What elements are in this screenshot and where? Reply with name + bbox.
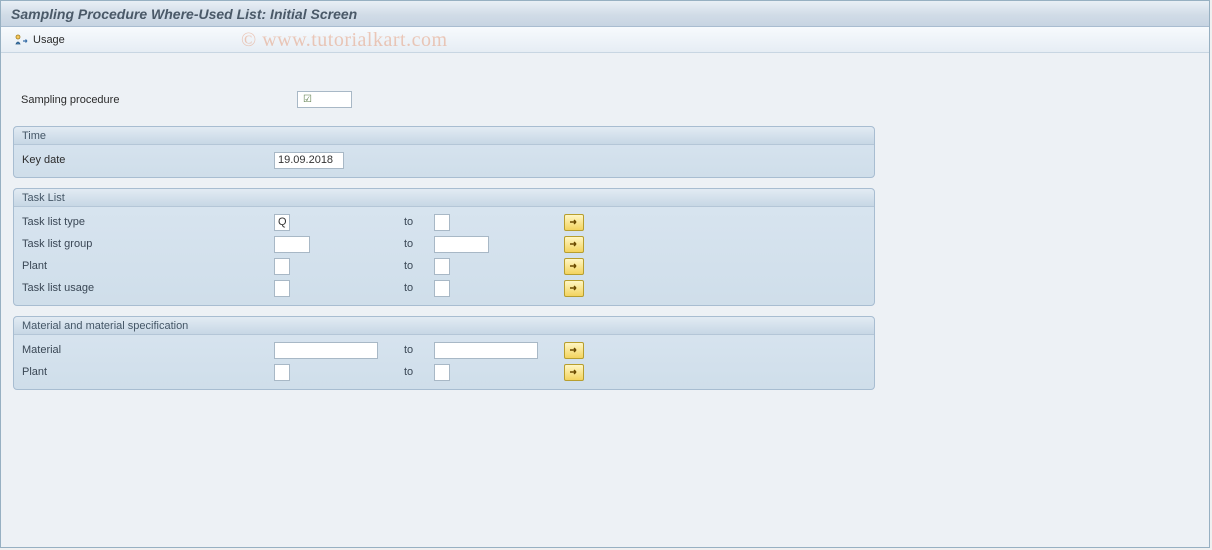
task-list-plant-multiselect-button[interactable] [564,258,584,275]
to-label: to [404,282,434,294]
material-plant-multiselect-button[interactable] [564,364,584,381]
task-list-group-to-input[interactable] [434,236,489,253]
group-time: Time Key date [13,126,875,178]
task-list-usage-multiselect-button[interactable] [564,280,584,297]
task-list-group-from-input[interactable] [274,236,310,253]
material-plant-row: Plant to [22,361,866,383]
task-list-type-label: Task list type [22,216,274,228]
task-list-usage-from-input[interactable] [274,280,290,297]
sampling-procedure-label: Sampling procedure [21,94,277,106]
arrow-right-icon [568,217,580,227]
key-date-input[interactable] [274,152,344,169]
to-label: to [404,238,434,250]
task-list-type-from-input[interactable] [274,214,290,231]
arrow-right-icon [568,261,580,271]
material-row: Material to [22,339,866,361]
task-list-group-multiselect-button[interactable] [564,236,584,253]
to-label: to [404,366,434,378]
task-list-usage-row: Task list usage to [22,277,866,299]
application-toolbar: Usage [1,27,1209,53]
group-material: Material and material specification Mate… [13,316,875,390]
material-label: Material [22,344,274,356]
where-used-icon [15,34,29,46]
task-list-group-label: Task list group [22,238,274,250]
content-area: Sampling procedure ☑ Time Key date Task … [1,53,1209,412]
task-list-usage-to-input[interactable] [434,280,450,297]
task-list-plant-row: Plant to [22,255,866,277]
task-list-type-to-input[interactable] [434,214,450,231]
arrow-right-icon [568,283,580,293]
to-label: to [404,344,434,356]
usage-button[interactable]: Usage [11,33,69,47]
app-frame: Sampling Procedure Where-Used List: Init… [0,0,1210,548]
group-material-title: Material and material specification [14,317,874,335]
sampling-procedure-line: Sampling procedure ☑ [21,91,1197,108]
group-time-title: Time [14,127,874,145]
group-task-list-body: Task list type to Task list group [14,207,874,305]
material-multiselect-button[interactable] [564,342,584,359]
material-to-input[interactable] [434,342,538,359]
material-plant-label: Plant [22,366,274,378]
group-task-list: Task List Task list type to [13,188,875,306]
to-label: to [404,216,434,228]
task-list-plant-from-input[interactable] [274,258,290,275]
task-list-plant-label: Plant [22,260,274,272]
required-check-icon: ☑ [303,94,312,105]
task-list-usage-label: Task list usage [22,282,274,294]
sampling-procedure-input[interactable]: ☑ [297,91,352,108]
task-list-plant-to-input[interactable] [434,258,450,275]
usage-button-label: Usage [33,34,65,46]
material-plant-from-input[interactable] [274,364,290,381]
task-list-type-multiselect-button[interactable] [564,214,584,231]
group-material-body: Material to Plant to [14,335,874,389]
task-list-group-row: Task list group to [22,233,866,255]
arrow-right-icon [568,239,580,249]
arrow-right-icon [568,345,580,355]
to-label: to [404,260,434,272]
group-task-list-title: Task List [14,189,874,207]
page-title: Sampling Procedure Where-Used List: Init… [11,6,357,22]
material-from-input[interactable] [274,342,378,359]
title-bar: Sampling Procedure Where-Used List: Init… [1,1,1209,27]
key-date-label: Key date [22,154,274,166]
arrow-right-icon [568,367,580,377]
task-list-type-row: Task list type to [22,211,866,233]
material-plant-to-input[interactable] [434,364,450,381]
